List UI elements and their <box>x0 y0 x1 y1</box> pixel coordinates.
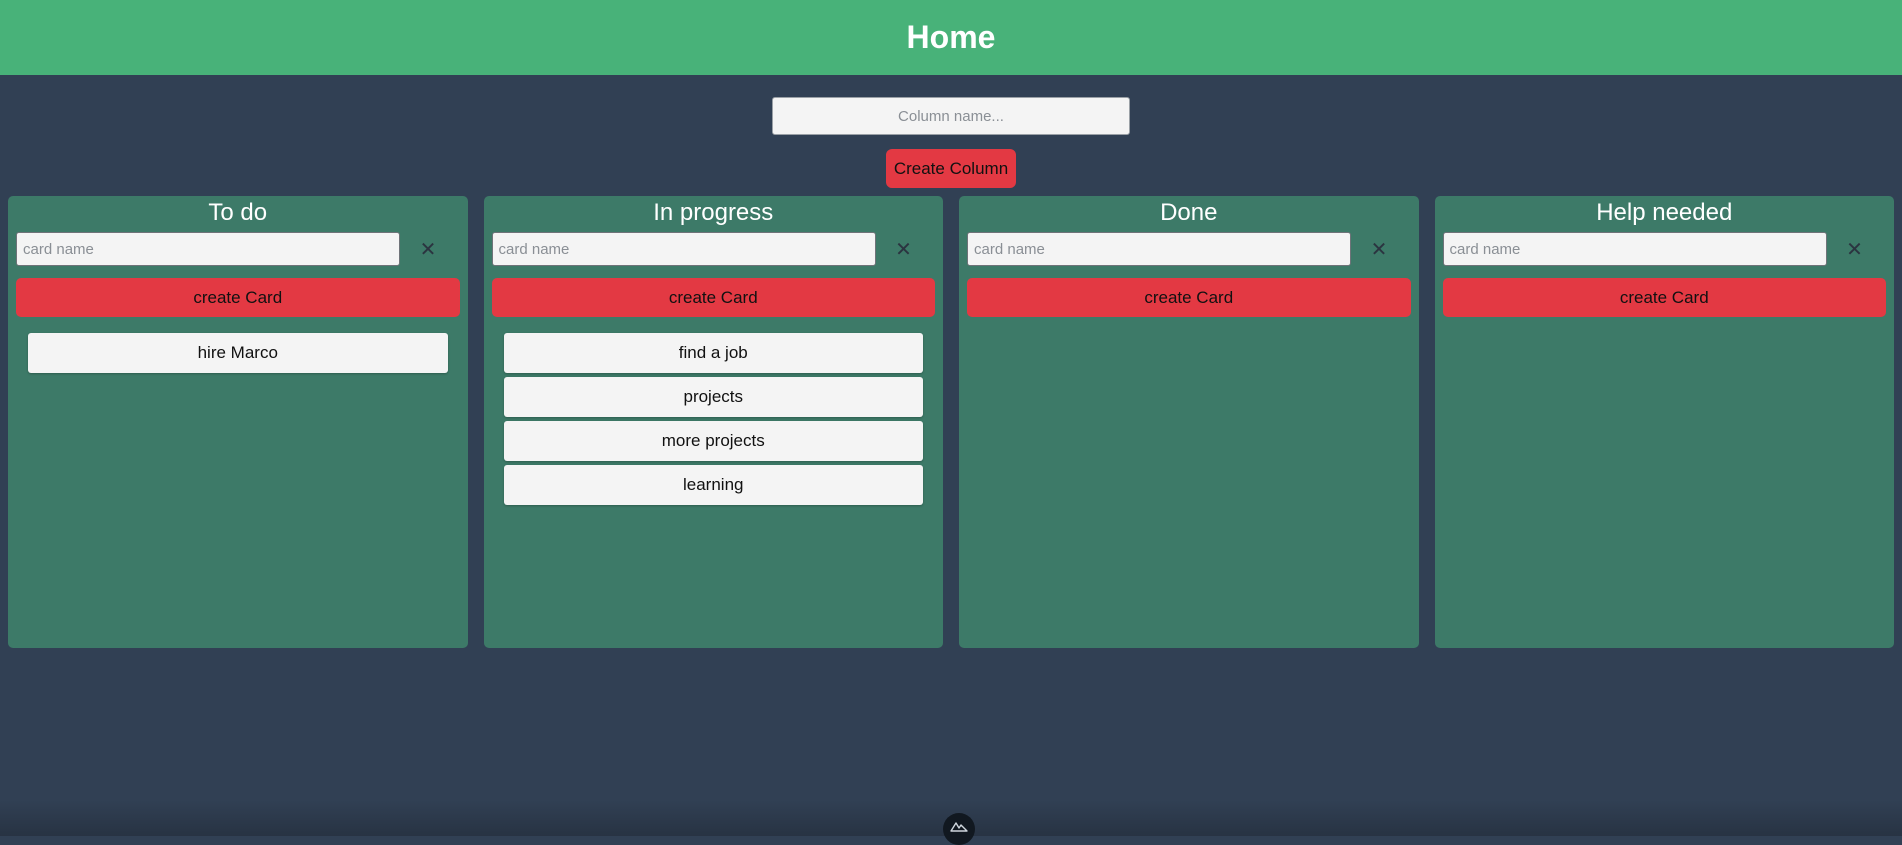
create-card-button[interactable]: create Card <box>1442 278 1886 317</box>
delete-column-close-icon[interactable]: ✕ <box>884 232 924 266</box>
column-help-needed: Help needed ✕ create Card <box>1434 196 1894 648</box>
delete-column-close-icon[interactable]: ✕ <box>1359 232 1399 266</box>
page-title: Home <box>906 19 996 55</box>
card[interactable]: hire Marco <box>28 333 448 373</box>
mountain-icon <box>950 822 968 832</box>
create-card-button[interactable]: create Card <box>16 278 460 317</box>
card[interactable]: learning <box>503 465 923 505</box>
create-card-button[interactable]: create Card <box>491 278 935 317</box>
new-column-form: Create Column <box>0 75 1902 188</box>
card-name-input[interactable] <box>1442 232 1827 266</box>
column-name-input[interactable] <box>772 97 1130 135</box>
card-input-row: ✕ <box>967 232 1411 266</box>
card-name-input[interactable] <box>491 232 876 266</box>
delete-column-close-icon[interactable]: ✕ <box>408 232 448 266</box>
card-name-input[interactable] <box>967 232 1351 266</box>
column-in-progress: In progress ✕ create Card find a job pro… <box>483 196 943 648</box>
nuxt-devtools-icon[interactable] <box>943 813 975 845</box>
card[interactable]: more projects <box>503 421 923 461</box>
board: To do ✕ create Card hire Marco In progre… <box>0 196 1902 648</box>
card-input-row: ✕ <box>1442 232 1887 266</box>
card-list: find a job projects more projects learni… <box>492 317 936 505</box>
app-header: Home <box>0 0 1902 75</box>
create-column-button[interactable]: Create Column <box>885 149 1017 188</box>
column-to-do: To do ✕ create Card hire Marco <box>8 196 468 648</box>
card[interactable]: projects <box>503 377 923 417</box>
column-done: Done ✕ create Card <box>959 196 1419 648</box>
column-title: To do <box>208 199 268 226</box>
card-input-row: ✕ <box>491 232 936 266</box>
card-list <box>1443 317 1887 333</box>
delete-column-close-icon[interactable]: ✕ <box>1835 232 1875 266</box>
card-input-row: ✕ <box>16 232 460 266</box>
card-list: hire Marco <box>16 317 460 373</box>
card-name-input[interactable] <box>16 232 400 266</box>
create-card-button[interactable]: create Card <box>967 278 1411 317</box>
card[interactable]: find a job <box>503 333 923 373</box>
card-list <box>967 317 1411 333</box>
column-title: In progress <box>653 199 774 226</box>
column-title: Help needed <box>1596 199 1733 226</box>
column-title: Done <box>1160 199 1218 226</box>
